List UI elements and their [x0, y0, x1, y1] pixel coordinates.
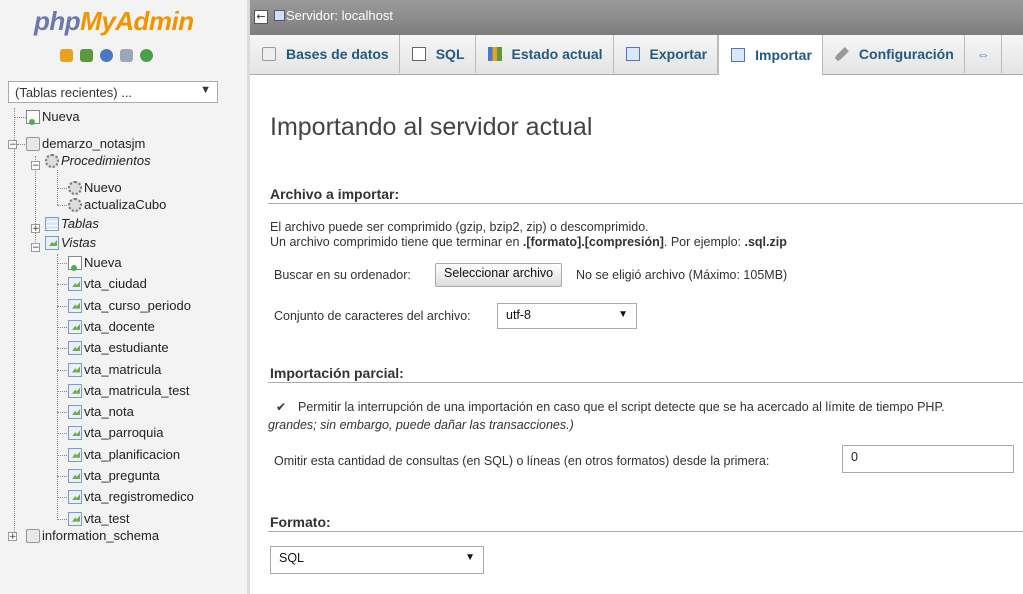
sql-icon — [411, 47, 426, 61]
allow-interrupt-checkbox[interactable]: ✔ — [276, 401, 288, 413]
new-icon — [26, 110, 40, 125]
tree-item-procedures[interactable]: Procedimientos — [45, 152, 151, 170]
reload-icon[interactable] — [140, 49, 153, 62]
compression-info: El archivo puede ser comprimido (gzip, b… — [270, 220, 649, 234]
tab-exportar[interactable]: Exportar — [614, 35, 719, 73]
view-icon — [68, 490, 82, 505]
view-icon — [68, 362, 82, 377]
routine-icon — [45, 154, 59, 168]
routine-icon — [68, 181, 82, 195]
tree-item-view[interactable]: vta_curso_periodo — [68, 297, 191, 315]
recent-tables-select[interactable]: (Tablas recientes) ... ▼ — [8, 81, 218, 103]
collapse-sidebar-button[interactable]: ← — [254, 10, 268, 24]
tree-item-view[interactable]: vta_planificacion — [68, 446, 180, 464]
format-select[interactable]: SQL ▼ — [270, 546, 484, 574]
server-breadcrumb-bar: ← Servidor: localhost — [250, 0, 1023, 35]
tree-item-view[interactable]: vta_estudiante — [68, 339, 169, 357]
view-icon — [68, 469, 82, 483]
view-icon — [68, 341, 82, 356]
tree-item-tables[interactable]: Tablas — [45, 215, 99, 233]
tab-bases-de-datos[interactable]: Bases de datos — [250, 35, 400, 73]
view-icon — [68, 511, 82, 526]
tree-item-view[interactable]: vta_nota — [68, 403, 134, 421]
charset-select[interactable]: utf-8 ▼ — [497, 303, 637, 329]
tree-item-view[interactable]: vta_parroquia — [68, 424, 164, 442]
allow-interrupt-note: grandes; sin embargo, puede dañar las tr… — [268, 418, 574, 432]
view-icon — [68, 447, 82, 462]
tree-item-db-demarzo[interactable]: demarzo_notasjm — [26, 135, 145, 153]
chevron-down-icon: ▼ — [618, 309, 628, 320]
charset-label: Conjunto de caracteres del archivo: — [274, 309, 471, 323]
file-status: No se eligió archivo (Máximo: 105MB) — [576, 268, 788, 282]
tree-item-procedure[interactable]: actualizaCubo — [68, 196, 166, 214]
tab-configuracion[interactable]: Configuración — [823, 35, 965, 73]
tree-item-view[interactable]: vta_registromedico — [68, 488, 194, 506]
tree-item-view[interactable]: vta_ciudad — [68, 275, 147, 293]
view-icon — [68, 298, 82, 313]
tree-item-new-db[interactable]: Nueva — [26, 108, 80, 126]
view-icon — [68, 426, 82, 441]
database-icon — [262, 47, 276, 61]
main-content: Importando al servidor actual Archivo a … — [250, 75, 1023, 594]
logout-icon[interactable] — [80, 49, 93, 62]
tab-importar[interactable]: Importar — [718, 35, 823, 75]
skip-queries-label: Omitir esta cantidad de consultas (en SQ… — [274, 454, 770, 468]
new-icon — [68, 256, 82, 271]
browse-label: Buscar en su ordenador: — [274, 268, 411, 282]
view-icon — [68, 319, 82, 334]
navigation-sidebar: phpMyAdmin (Tablas recientes) ... ▼ Nueva… — [0, 0, 248, 594]
view-icon — [45, 236, 59, 250]
home-icon[interactable] — [60, 49, 73, 62]
collapse-procedures-toggle[interactable]: − — [31, 161, 40, 171]
server-icon — [274, 10, 285, 21]
database-icon — [26, 529, 40, 543]
collapse-db-toggle[interactable]: − — [8, 140, 17, 150]
wrench-icon — [834, 47, 849, 61]
database-icon — [26, 137, 40, 151]
tree-item-view[interactable]: vta_pregunta — [68, 467, 160, 485]
chevron-down-icon: ▼ — [200, 84, 211, 96]
section-heading-parcial: Importación parcial: — [270, 365, 404, 381]
section-heading-archivo: Archivo a importar: — [270, 186, 400, 202]
main-tabs: Bases de datos SQL Estado actual Exporta… — [250, 35, 1023, 75]
tab-more[interactable]: ⇔ — [965, 35, 1002, 73]
quick-links — [60, 49, 153, 62]
expand-db-toggle[interactable]: + — [8, 532, 17, 542]
allow-interrupt-label: Permitir la interrupción de una importac… — [298, 400, 945, 414]
tree-item-views[interactable]: Vistas — [45, 234, 96, 252]
tree-item-view[interactable]: vta_docente — [68, 318, 155, 336]
breadcrumb-server[interactable]: Servidor: localhost — [286, 8, 393, 23]
compression-hint: Un archivo comprimido tiene que terminar… — [270, 235, 787, 249]
docs-icon[interactable] — [120, 49, 133, 62]
phpmyadmin-logo[interactable]: phpMyAdmin — [34, 6, 194, 37]
page-title: Importando al servidor actual — [270, 113, 593, 141]
tab-estado-actual[interactable]: Estado actual — [476, 35, 614, 73]
collapse-views-toggle[interactable]: − — [31, 243, 40, 253]
select-file-button[interactable]: Seleccionar archivo — [435, 263, 563, 287]
section-heading-formato: Formato: — [270, 514, 331, 530]
export-icon — [625, 47, 640, 61]
view-icon — [68, 383, 82, 398]
tree-item-view[interactable]: vta_test — [68, 510, 130, 528]
tree-item-db-information-schema[interactable]: information_schema — [26, 527, 159, 545]
tab-sql[interactable]: SQL — [400, 35, 476, 73]
view-icon — [68, 405, 82, 420]
tree-item-procedure-new[interactable]: Nuevo — [68, 179, 122, 197]
tree-item-view[interactable]: vta_matricula — [68, 361, 161, 379]
tree-item-view-new[interactable]: Nueva — [68, 254, 122, 272]
chevron-down-icon: ▼ — [465, 552, 475, 563]
skip-queries-input[interactable]: 0 — [842, 445, 1014, 473]
more-icon: ⇔ — [976, 47, 990, 62]
query-icon[interactable] — [100, 49, 113, 62]
import-icon — [731, 48, 746, 62]
table-icon — [45, 217, 59, 231]
status-icon — [487, 47, 502, 61]
routine-icon — [68, 198, 82, 212]
tree-item-view[interactable]: vta_matricula_test — [68, 382, 190, 400]
expand-tables-toggle[interactable]: + — [31, 224, 40, 234]
view-icon — [68, 277, 82, 292]
